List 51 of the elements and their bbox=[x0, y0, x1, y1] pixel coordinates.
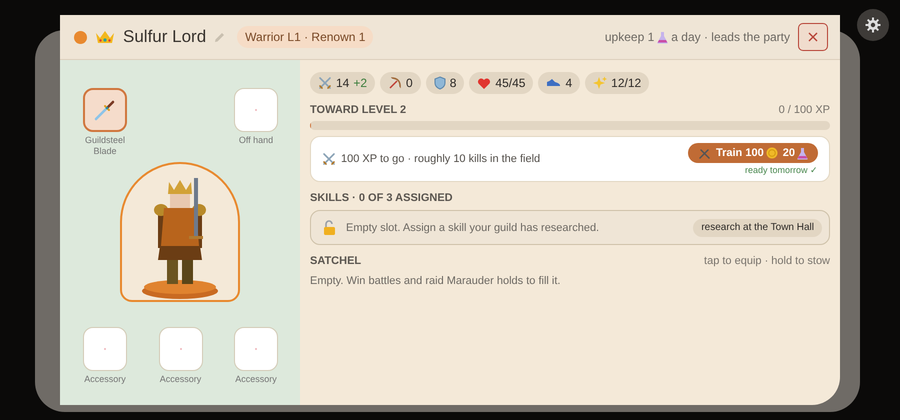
stat-value: 0 bbox=[406, 76, 413, 90]
slot-label: Off hand bbox=[238, 135, 274, 146]
crown-icon bbox=[95, 29, 115, 45]
satchel-hint: tap to equip · hold to stow bbox=[704, 255, 830, 267]
xp-reading: 0 / 100 XP bbox=[778, 104, 830, 116]
crossed-swords-icon bbox=[322, 152, 336, 166]
flask-icon bbox=[797, 146, 808, 160]
close-icon bbox=[808, 32, 818, 42]
satchel-text: Empty. Win battles and raid Marauder holds to fill it. bbox=[310, 275, 562, 287]
slot-label: Guildsteel Blade bbox=[84, 135, 126, 157]
status-dot bbox=[74, 30, 87, 44]
stat-value: 8 bbox=[450, 76, 456, 90]
heart-icon bbox=[477, 76, 492, 90]
skill-slot[interactable]: Empty slot. Assign a skill your guild has researched. research at the Town Hall bbox=[310, 210, 830, 245]
train-button[interactable]: Train 100 20 bbox=[688, 143, 818, 163]
slot-label: Accessory bbox=[234, 374, 278, 385]
hint-text: 100 XP to go · roughly 10 kills in the field bbox=[341, 153, 540, 165]
settings-button[interactable] bbox=[857, 9, 889, 41]
equipment-slot[interactable] bbox=[234, 327, 278, 371]
equipment-slot[interactable] bbox=[83, 88, 127, 132]
shoe-icon bbox=[546, 78, 562, 88]
ready-note: ready tomorrow ✓ bbox=[744, 165, 818, 175]
section-title: TOWARD LEVEL 2 bbox=[310, 104, 406, 116]
research-button[interactable]: research at the Town Hall bbox=[693, 218, 822, 236]
stat-value: 14 bbox=[336, 76, 350, 90]
close-button[interactable] bbox=[798, 23, 828, 51]
stat-value: 4 bbox=[565, 76, 572, 90]
flask-icon bbox=[657, 30, 668, 44]
slot-label: Accessory bbox=[158, 374, 202, 385]
equipment-slot[interactable] bbox=[83, 327, 127, 371]
section-title: SKILLS · 0 OF 3 ASSIGNED bbox=[310, 192, 453, 204]
equipment-slot[interactable] bbox=[234, 88, 278, 132]
settings-icon bbox=[865, 17, 881, 33]
sparkles-icon bbox=[593, 76, 608, 90]
skill-slot-text: Empty slot. Assign a skill your guild has researched. bbox=[346, 222, 600, 234]
section-title: SATCHEL bbox=[310, 255, 362, 267]
upkeep-text: upkeep 1 bbox=[604, 30, 654, 44]
hero-name: Sulfur Lord bbox=[123, 27, 206, 47]
bow-icon bbox=[388, 76, 402, 90]
coin-icon bbox=[766, 147, 778, 159]
stat-bonus: +2 bbox=[353, 76, 368, 90]
crossed-swords-icon bbox=[318, 76, 332, 90]
edit-icon[interactable] bbox=[214, 32, 226, 42]
stat-value: 45/45 bbox=[495, 76, 526, 90]
shield-icon bbox=[434, 76, 446, 90]
equipment-slot[interactable] bbox=[158, 327, 202, 371]
upkeep-text: a day · leads the party bbox=[671, 30, 790, 44]
unlocked-padlock-icon bbox=[323, 220, 336, 236]
slot-label: Accessory bbox=[83, 374, 127, 385]
stat-value: 12/12 bbox=[611, 76, 642, 90]
class-badge: Warrior L1 · Renown 1 bbox=[237, 26, 374, 48]
